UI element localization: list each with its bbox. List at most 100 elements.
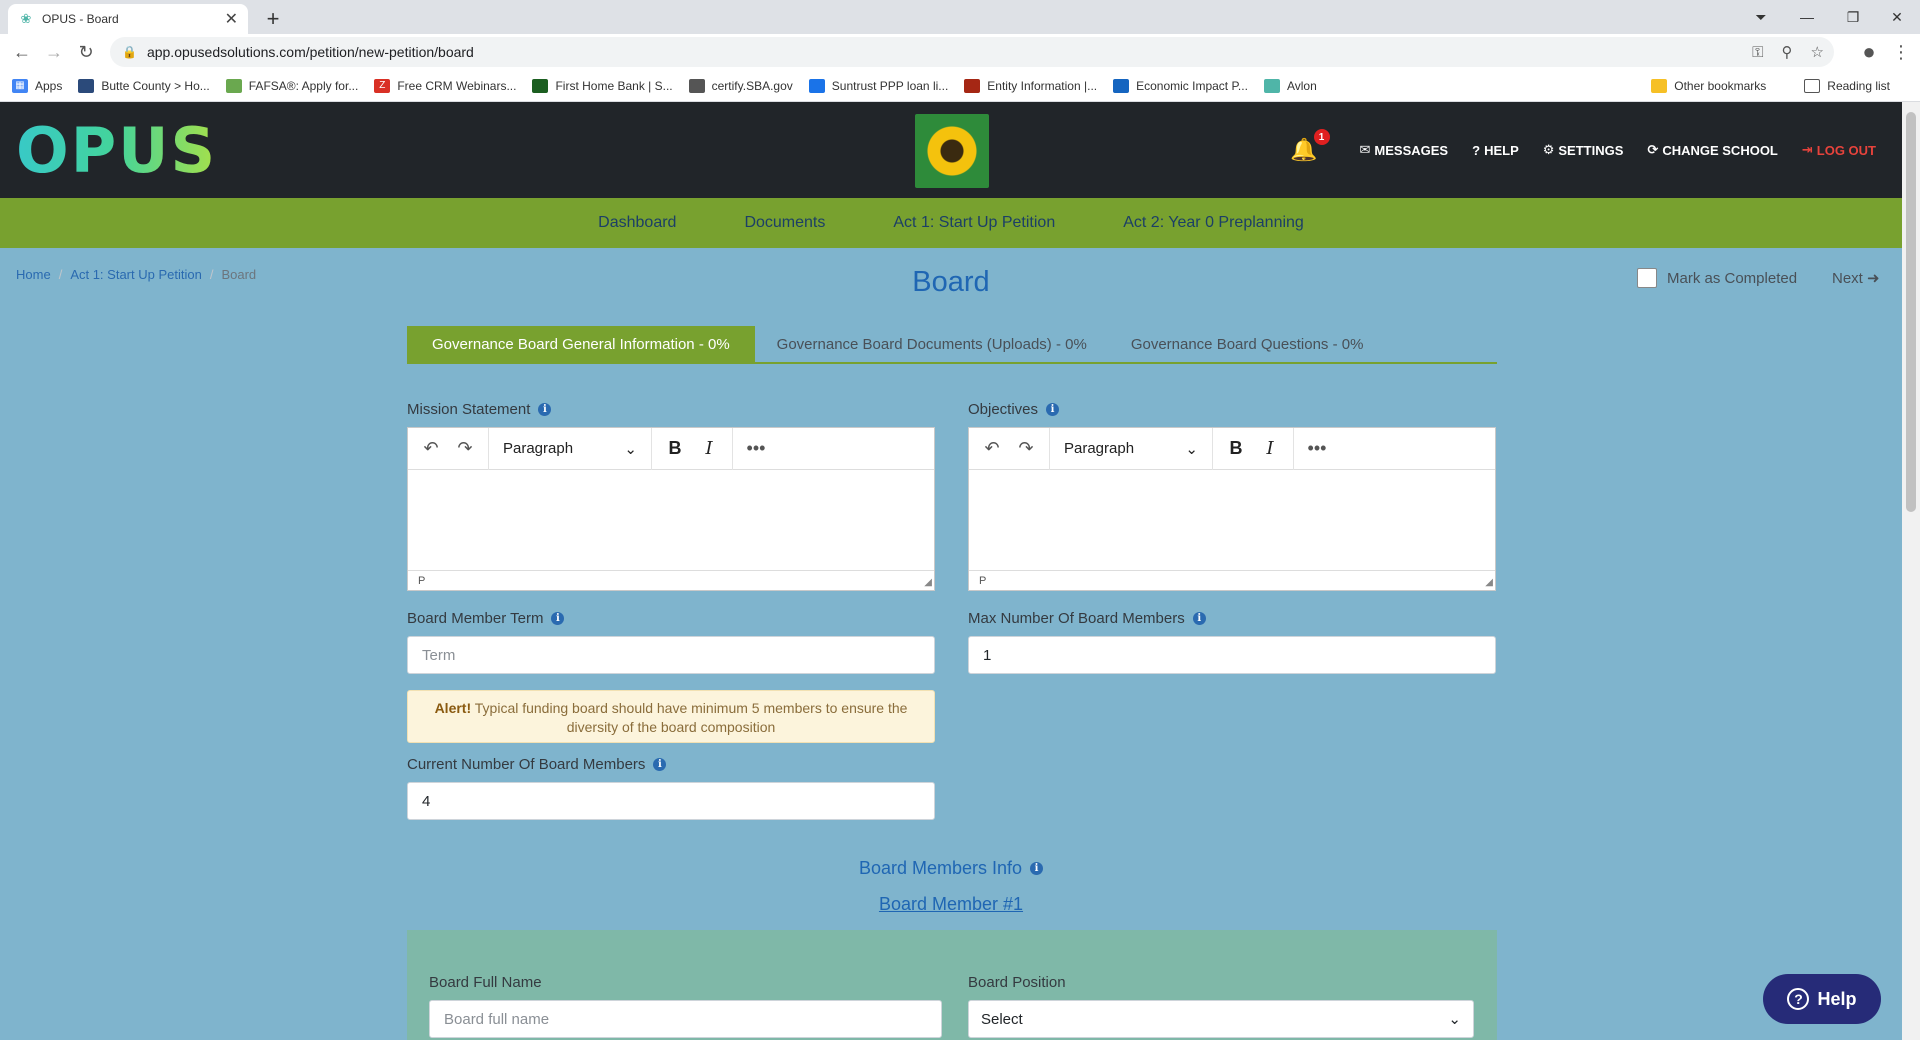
- reading-list[interactable]: Reading list: [1804, 79, 1890, 93]
- bold-icon[interactable]: B: [658, 434, 692, 464]
- forward-icon[interactable]: →: [38, 36, 70, 68]
- undo-icon[interactable]: ↶: [975, 434, 1009, 464]
- info-icon[interactable]: i: [1192, 612, 1206, 625]
- help-link[interactable]: ? HELP: [1472, 143, 1519, 158]
- tab-general-information[interactable]: Governance Board General Information - 0…: [407, 326, 755, 362]
- info-icon[interactable]: i: [551, 612, 565, 625]
- bold-icon[interactable]: B: [1219, 434, 1253, 464]
- editor-statusbar: P ◢: [969, 570, 1495, 590]
- bookmark-favicon-icon: [808, 78, 825, 93]
- current-board-members-input[interactable]: 4: [407, 782, 935, 820]
- more-options-icon[interactable]: •••: [739, 434, 773, 464]
- opus-logo[interactable]: OPUS: [16, 114, 217, 187]
- italic-icon[interactable]: I: [1253, 434, 1287, 464]
- arrow-right-icon: ➜: [1867, 270, 1880, 287]
- reading-list-icon: [1804, 79, 1821, 93]
- nav-act-2[interactable]: Act 2: Year 0 Preplanning: [1123, 214, 1304, 232]
- bookmark-first-home-bank[interactable]: First Home Bank | S...: [532, 78, 673, 93]
- tab-search-icon[interactable]: ⏷: [1738, 0, 1784, 34]
- bookmark-avlon[interactable]: Avlon: [1263, 78, 1317, 93]
- block-format-dropdown[interactable]: Paragraph ⌄: [1056, 440, 1206, 458]
- board-position-label: Board Position: [968, 974, 1066, 991]
- help-button[interactable]: ? Help: [1763, 974, 1881, 1024]
- info-icon[interactable]: i: [1046, 403, 1060, 416]
- editor-toolbar: ↶ ↷ Paragraph ⌄ B I •••: [969, 427, 1495, 470]
- window-close-icon[interactable]: ✕: [1874, 0, 1920, 34]
- new-tab-icon[interactable]: +: [260, 6, 286, 32]
- mark-completed-checkbox[interactable]: [1637, 268, 1657, 288]
- tab-documents-uploads[interactable]: Governance Board Documents (Uploads) - 0…: [755, 326, 1109, 362]
- info-icon[interactable]: i: [1030, 862, 1044, 875]
- nav-dashboard[interactable]: Dashboard: [598, 214, 676, 232]
- bookmark-butte-county[interactable]: Butte County > Ho...: [78, 78, 210, 93]
- browser-tab[interactable]: ❀ OPUS - Board ✕: [8, 4, 248, 34]
- chevron-down-icon: ⌄: [1448, 1011, 1461, 1028]
- messages-link[interactable]: ✉ MESSAGES: [1360, 142, 1449, 158]
- bookmark-economic-impact[interactable]: Economic Impact P...: [1113, 78, 1248, 93]
- star-icon[interactable]: ☆: [1811, 43, 1824, 61]
- objectives-label: Objectives i: [968, 401, 1060, 418]
- max-board-members-input[interactable]: 1: [968, 636, 1496, 674]
- editor-path: P: [418, 574, 426, 587]
- profile-icon[interactable]: ●: [1854, 37, 1884, 67]
- bookmark-certify-sba[interactable]: certify.SBA.gov: [688, 78, 793, 93]
- tab-questions[interactable]: Governance Board Questions - 0%: [1109, 326, 1386, 362]
- key-icon[interactable]: ⚿: [1752, 44, 1763, 61]
- sign-out-icon: ⇥: [1801, 142, 1813, 157]
- apps-grid-icon: ▦: [12, 78, 28, 93]
- url-input[interactable]: 🔒 app.opusedsolutions.com/petition/new-p…: [110, 37, 1834, 67]
- back-icon[interactable]: ←: [6, 36, 38, 68]
- bookmark-apps[interactable]: ▦ Apps: [12, 78, 62, 93]
- bookmark-suntrust[interactable]: Suntrust PPP loan li...: [808, 78, 948, 93]
- mission-statement-label: Mission Statement i: [407, 401, 552, 418]
- italic-icon[interactable]: I: [692, 434, 726, 464]
- objectives-content[interactable]: [969, 470, 1495, 570]
- resize-handle-icon[interactable]: ◢: [1485, 577, 1493, 588]
- page-scrollbar[interactable]: [1902, 102, 1920, 1040]
- settings-link[interactable]: ⚙ SETTINGS: [1543, 142, 1624, 158]
- alert-strong: Alert!: [434, 700, 472, 716]
- restore-icon[interactable]: ❐: [1830, 0, 1876, 34]
- change-school-link[interactable]: ⟳ CHANGE SCHOOL: [1647, 142, 1777, 158]
- reload-icon[interactable]: ↻: [70, 36, 102, 68]
- redo-icon[interactable]: ↷: [1009, 434, 1043, 464]
- minimize-icon[interactable]: —: [1784, 0, 1830, 34]
- board-member-term-input[interactable]: Term: [407, 636, 935, 674]
- nav-documents[interactable]: Documents: [744, 214, 825, 232]
- browser-menu-icon[interactable]: ⋮: [1890, 37, 1912, 67]
- block-format-dropdown[interactable]: Paragraph ⌄: [495, 440, 645, 458]
- board-member-1-link[interactable]: Board Member #1: [0, 894, 1902, 915]
- info-icon[interactable]: i: [538, 403, 552, 416]
- mission-statement-content[interactable]: [408, 470, 934, 570]
- chevron-down-icon: ⌄: [1185, 440, 1198, 458]
- info-icon[interactable]: i: [653, 758, 667, 771]
- resize-handle-icon[interactable]: ◢: [924, 577, 932, 588]
- redo-icon[interactable]: ↷: [448, 434, 482, 464]
- bookmark-entity-info[interactable]: Entity Information |...: [964, 78, 1097, 93]
- folder-icon: [1651, 79, 1668, 93]
- close-tab-icon[interactable]: ✕: [225, 9, 238, 29]
- address-bar-row: ← → ↻ 🔒 app.opusedsolutions.com/petition…: [0, 34, 1920, 70]
- notification-bell[interactable]: 🔔 1: [1290, 129, 1330, 163]
- board-full-name-input[interactable]: Board full name: [429, 1000, 942, 1038]
- app-header: OPUS 🔔 1 ✉ MESSAGES ? HELP ⚙ SETTINGS ⟳ CHAN…: [0, 102, 1902, 198]
- mark-completed-toggle[interactable]: Mark as Completed: [1637, 268, 1797, 288]
- board-members-info-title: Board Members Info i: [0, 858, 1902, 879]
- bookmark-free-crm[interactable]: Z Free CRM Webinars...: [374, 78, 516, 93]
- page-title: Board: [912, 266, 990, 298]
- nav-act-1[interactable]: Act 1: Start Up Petition: [893, 214, 1055, 232]
- zoom-icon[interactable]: ⚲: [1782, 43, 1793, 61]
- next-link[interactable]: Next ➜: [1832, 269, 1880, 287]
- editor-statusbar: P ◢: [408, 570, 934, 590]
- bookmark-fafsa[interactable]: FAFSA®: Apply for...: [225, 78, 358, 93]
- objectives-editor: ↶ ↷ Paragraph ⌄ B I ••• P ◢: [968, 427, 1496, 591]
- other-bookmarks[interactable]: Other bookmarks: [1651, 79, 1766, 93]
- board-position-select[interactable]: Select ⌄: [968, 1000, 1474, 1038]
- undo-icon[interactable]: ↶: [414, 434, 448, 464]
- header-nav: 🔔 1 ✉ MESSAGES ? HELP ⚙ SETTINGS ⟳ CHANGE SC…: [1290, 102, 1876, 198]
- scrollbar-thumb[interactable]: [1906, 112, 1916, 512]
- logout-link[interactable]: ⇥ LOG OUT: [1802, 142, 1876, 158]
- question-circle-icon: ?: [1472, 142, 1481, 158]
- more-options-icon[interactable]: •••: [1300, 434, 1334, 464]
- editor-toolbar: ↶ ↷ Paragraph ⌄ B I •••: [408, 427, 934, 470]
